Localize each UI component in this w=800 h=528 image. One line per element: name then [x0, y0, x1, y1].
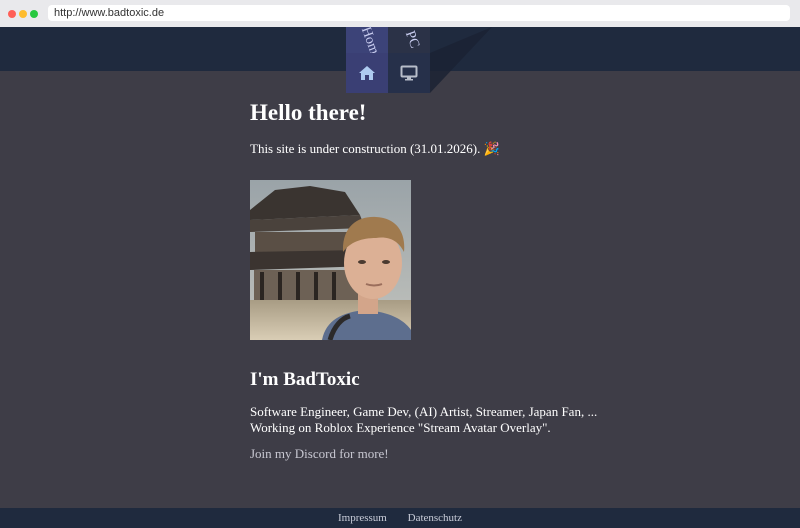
minimize-window-button[interactable] [19, 10, 27, 18]
selfie-image [250, 180, 411, 340]
main-content: Hello there! This site is under construc… [250, 100, 610, 462]
impressum-link[interactable]: Impressum [338, 512, 387, 524]
about-heading: I'm BadToxic [250, 369, 360, 390]
site-footer: Impressum Datenschutz [0, 508, 800, 528]
nav-home-button[interactable] [346, 53, 388, 93]
cube-top-face-home: Home [346, 25, 388, 62]
home-icon [359, 66, 375, 80]
monitor-icon [400, 65, 418, 81]
maximize-window-button[interactable] [30, 10, 38, 18]
discord-link[interactable]: Join my Discord for more! [250, 446, 610, 462]
about-line-2: Working on Roblox Experience "Stream Ava… [250, 420, 551, 435]
cube-top-face-pc: PC [388, 27, 430, 53]
datenschutz-link[interactable]: Datenschutz [408, 512, 462, 524]
page-title: Hello there! [250, 100, 367, 125]
close-window-button[interactable] [8, 10, 16, 18]
cube-pc-label: PC [401, 29, 422, 51]
address-bar[interactable]: http://www.badtoxic.de [48, 5, 790, 21]
construction-notice: This site is under construction (31.01.2… [250, 141, 500, 156]
nav-pc-button[interactable] [388, 53, 430, 93]
browser-chrome: http://www.badtoxic.de [0, 0, 800, 27]
profile-photo [250, 180, 411, 340]
about-line-1: Software Engineer, Game Dev, (AI) Artist… [250, 404, 598, 419]
